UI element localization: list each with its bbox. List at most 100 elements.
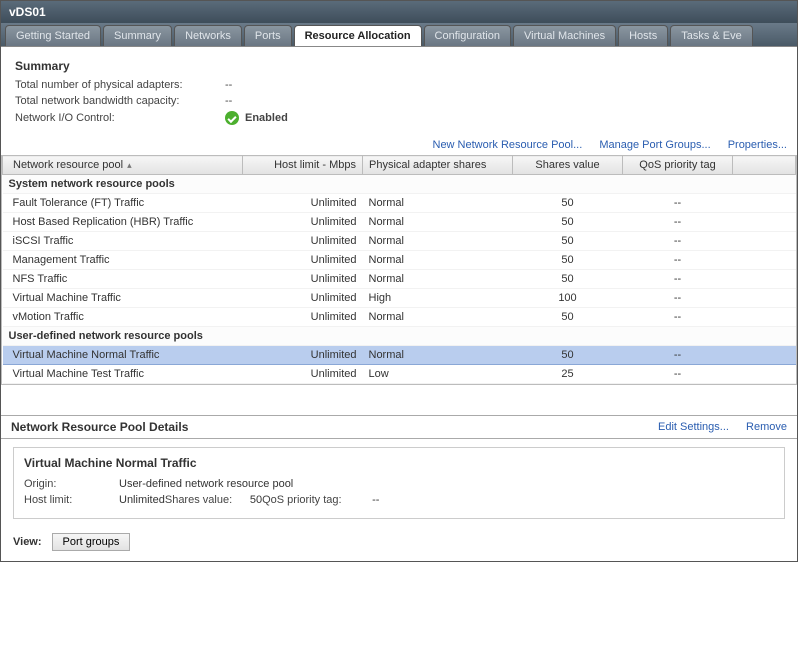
col-header-shares[interactable]: Physical adapter shares [363, 156, 513, 175]
cell-qos: -- [623, 213, 733, 232]
cell-shares-value: 50 [513, 251, 623, 270]
shares-value-label: Shares value: [165, 494, 250, 506]
details-bar: Network Resource Pool Details Edit Setti… [1, 415, 797, 439]
cell-shares: Normal [363, 232, 513, 251]
summary-label: Total network bandwidth capacity: [15, 95, 225, 107]
cell-limit: Unlimited [243, 308, 363, 327]
cell-limit: Unlimited [243, 270, 363, 289]
table-row[interactable]: vMotion TrafficUnlimitedNormal50-- [3, 308, 796, 327]
toolbar-links: New Network Resource Pool... Manage Port… [1, 137, 797, 155]
table-row[interactable]: Host Based Replication (HBR) TrafficUnli… [3, 213, 796, 232]
cell-name: Management Traffic [3, 251, 243, 270]
origin-label: Origin: [24, 478, 119, 490]
table-row[interactable]: Fault Tolerance (FT) TrafficUnlimitedNor… [3, 194, 796, 213]
port-groups-button[interactable]: Port groups [52, 533, 131, 551]
edit-settings-link[interactable]: Edit Settings... [658, 421, 729, 433]
summary-label: Total number of physical adapters: [15, 79, 225, 91]
summary-value: -- [225, 95, 232, 107]
table-row[interactable]: Management TrafficUnlimitedNormal50-- [3, 251, 796, 270]
cell-limit: Unlimited [243, 213, 363, 232]
cell-shares-value: 50 [513, 213, 623, 232]
cell-name: Fault Tolerance (FT) Traffic [3, 194, 243, 213]
tab-summary[interactable]: Summary [103, 25, 172, 46]
nic-value: Enabled [245, 112, 288, 124]
tab-virtual-machines[interactable]: Virtual Machines [513, 25, 616, 46]
table-row[interactable]: NFS TrafficUnlimitedNormal50-- [3, 270, 796, 289]
details-box: Virtual Machine Normal Traffic Origin: U… [13, 447, 785, 519]
cell-shares-value: 50 [513, 346, 623, 365]
details-heading: Network Resource Pool Details [11, 420, 188, 434]
col-header-spacer [733, 156, 796, 175]
cell-qos: -- [623, 346, 733, 365]
col-header-limit[interactable]: Host limit - Mbps [243, 156, 363, 175]
cell-shares: Normal [363, 270, 513, 289]
group-row: System network resource pools [3, 175, 796, 194]
host-limit-value: Unlimited [119, 494, 165, 506]
cell-qos: -- [623, 270, 733, 289]
cell-name: Virtual Machine Normal Traffic [3, 346, 243, 365]
tab-resource-allocation[interactable]: Resource Allocation [294, 25, 422, 46]
cell-shares-value: 50 [513, 232, 623, 251]
resource-pool-tbody: System network resource poolsFault Toler… [3, 175, 796, 384]
cell-shares: Normal [363, 194, 513, 213]
nic-row: Network I/O Control: Enabled [15, 111, 783, 125]
cell-limit: Unlimited [243, 346, 363, 365]
table-row[interactable]: iSCSI TrafficUnlimitedNormal50-- [3, 232, 796, 251]
cell-limit: Unlimited [243, 232, 363, 251]
cell-qos: -- [623, 194, 733, 213]
tab-configuration[interactable]: Configuration [424, 25, 511, 46]
cell-shares-value: 50 [513, 194, 623, 213]
table-row[interactable]: Virtual Machine Test TrafficUnlimitedLow… [3, 365, 796, 384]
tab-ports[interactable]: Ports [244, 25, 292, 46]
table-row[interactable]: Virtual Machine TrafficUnlimitedHigh100-… [3, 289, 796, 308]
cell-name: NFS Traffic [3, 270, 243, 289]
cell-qos: -- [623, 251, 733, 270]
cell-shares-value: 25 [513, 365, 623, 384]
cell-shares: Low [363, 365, 513, 384]
col-header-name[interactable]: Network resource pool▴ [3, 156, 243, 175]
new-resource-pool-link[interactable]: New Network Resource Pool... [433, 139, 583, 151]
check-circle-icon [225, 111, 239, 125]
summary-heading: Summary [15, 59, 783, 73]
cell-shares: Normal [363, 213, 513, 232]
group-name: User-defined network resource pools [3, 327, 796, 346]
shares-value-value: 50 [250, 494, 262, 506]
tab-hosts[interactable]: Hosts [618, 25, 668, 46]
qos-value: -- [372, 494, 379, 506]
view-row: View: Port groups [1, 529, 797, 561]
cell-shares-value: 100 [513, 289, 623, 308]
cell-qos: -- [623, 289, 733, 308]
col-header-qos[interactable]: QoS priority tag [623, 156, 733, 175]
tab-networks[interactable]: Networks [174, 25, 242, 46]
cell-name: Host Based Replication (HBR) Traffic [3, 213, 243, 232]
view-label: View: [13, 536, 42, 548]
tab-getting-started[interactable]: Getting Started [5, 25, 101, 46]
nic-label: Network I/O Control: [15, 112, 225, 124]
cell-shares: High [363, 289, 513, 308]
cell-name: vMotion Traffic [3, 308, 243, 327]
cell-shares: Normal [363, 346, 513, 365]
cell-limit: Unlimited [243, 289, 363, 308]
tab-bar: Getting StartedSummaryNetworksPortsResou… [1, 23, 797, 47]
col-header-shares-value[interactable]: Shares value [513, 156, 623, 175]
tab-tasks-eve[interactable]: Tasks & Eve [670, 25, 753, 46]
qos-label: QoS priority tag: [262, 494, 372, 506]
table-row[interactable]: Virtual Machine Normal TrafficUnlimitedN… [3, 346, 796, 365]
vsphere-window: vDS01 Getting StartedSummaryNetworksPort… [0, 0, 798, 562]
group-name: System network resource pools [3, 175, 796, 194]
cell-qos: -- [623, 232, 733, 251]
cell-qos: -- [623, 308, 733, 327]
cell-shares-value: 50 [513, 270, 623, 289]
summary-section: Summary Total number of physical adapter… [1, 47, 797, 137]
resource-pool-table-frame: Network resource pool▴ Host limit - Mbps… [1, 155, 797, 385]
properties-link[interactable]: Properties... [728, 139, 787, 151]
group-row: User-defined network resource pools [3, 327, 796, 346]
cell-name: iSCSI Traffic [3, 232, 243, 251]
cell-limit: Unlimited [243, 365, 363, 384]
summary-rows: Total number of physical adapters:--Tota… [15, 79, 783, 107]
cell-limit: Unlimited [243, 251, 363, 270]
remove-link[interactable]: Remove [746, 421, 787, 433]
cell-shares-value: 50 [513, 308, 623, 327]
cell-name: Virtual Machine Traffic [3, 289, 243, 308]
manage-port-groups-link[interactable]: Manage Port Groups... [599, 139, 710, 151]
